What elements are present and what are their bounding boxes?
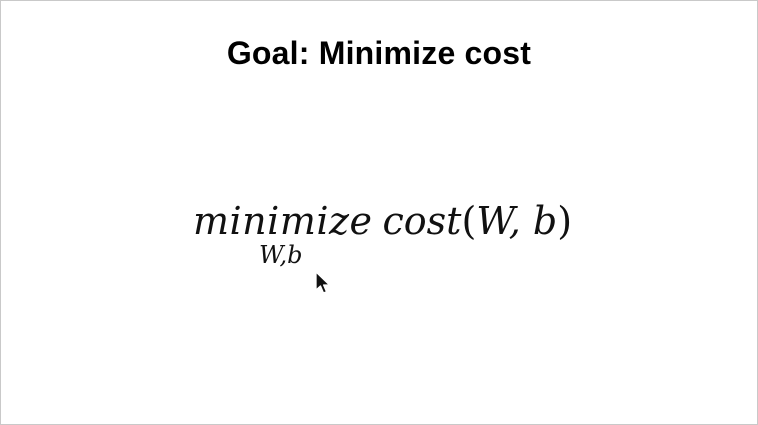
slide: Goal: Minimize cost minimize cost(W, b) W… xyxy=(0,0,758,425)
minimize-operator: minimize xyxy=(193,199,373,243)
function-arguments: W, b xyxy=(476,199,558,243)
mouse-pointer-icon xyxy=(315,271,331,294)
slide-title: Goal: Minimize cost xyxy=(226,35,532,71)
close-paren: ) xyxy=(557,199,573,243)
cost-function-name: cost xyxy=(382,199,462,243)
cost-formula: minimize cost(W, b) xyxy=(193,199,572,243)
open-paren: ( xyxy=(461,199,477,243)
minimize-subscript: W,b xyxy=(259,241,303,269)
